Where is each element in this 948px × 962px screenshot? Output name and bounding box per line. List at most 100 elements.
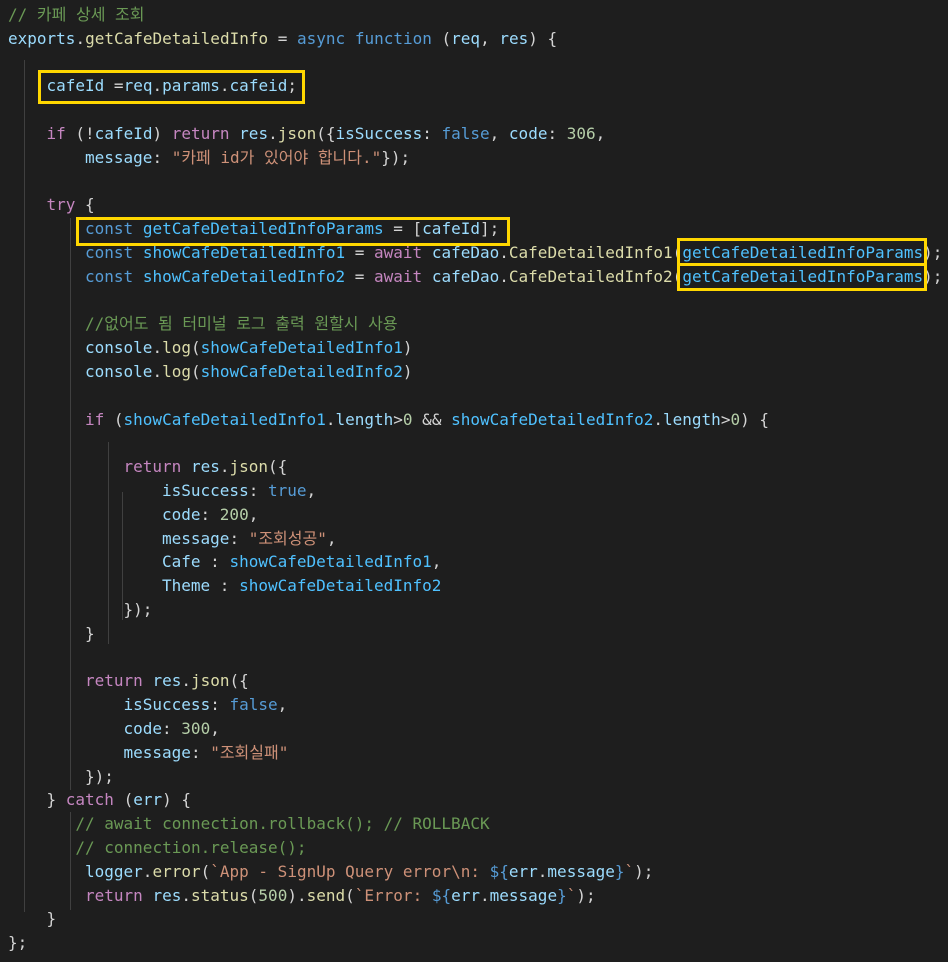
code-token: ({ [229,671,249,691]
code-line[interactable]: }); [124,598,153,622]
code-token: `Error: [354,885,432,905]
highlight-box-params-const [76,217,510,246]
code-token: ) { [740,409,769,429]
code-token: res [239,124,269,143]
code-token: err [508,861,538,881]
code-token: err [133,790,163,810]
code-token: try [46,195,76,215]
code-token: ` [624,861,635,881]
code-line[interactable]: if (!cafeId) return res.json({isSuccess:… [47,122,606,146]
code-line[interactable]: try { [47,193,95,217]
code-line[interactable]: message: "조회성공", [162,527,337,551]
code-line[interactable]: return res.status(500).send(`Error: ${er… [85,884,596,908]
code-line[interactable]: Cafe : showCafeDetailedInfo1, [162,550,441,574]
code-token: . [268,124,278,143]
code-token: ) { [528,28,558,48]
code-line[interactable]: isSuccess: true, [162,479,316,503]
code-token: : [152,147,172,167]
code-token: , [210,719,220,738]
code-line[interactable]: logger.error(`App - SignUp Query error\n… [85,860,653,884]
indent-guide [70,218,71,790]
code-line[interactable]: } catch (err) { [47,788,192,812]
highlight-box-params-arg1 [677,238,927,266]
code-line[interactable]: }; [8,931,27,955]
code-token: status [190,885,249,905]
code-token: code [508,124,548,143]
code-token: "카페 id가 있어야 합니다." [171,147,382,167]
code-token: . [152,362,163,381]
code-token: ( [190,362,201,381]
code-token: , [277,695,288,715]
code-line[interactable]: // await connection.rollback(); // ROLLB… [75,812,489,836]
code-line[interactable]: exports.getCafeDetailedInfo = async func… [8,27,557,51]
code-line[interactable]: return res.json({ [85,669,249,693]
code-line[interactable]: // connection.release(); [75,836,306,860]
code-token: . [181,885,191,905]
code-token: req [451,28,481,48]
code-token: . [142,861,153,881]
code-line[interactable]: } [85,622,95,646]
code-line[interactable]: message: "조회실패" [124,741,289,765]
code-token: }); [85,766,114,786]
code-token: : [210,576,240,596]
code-token: return [171,124,230,143]
code-token: console [85,362,153,381]
code-token: json [229,457,269,477]
code-token: , [431,552,442,572]
code-token: = [345,266,375,286]
code-token: } [614,861,625,881]
code-token: json [190,671,230,691]
code-token: ( [345,885,355,905]
code-token: err [451,885,480,905]
code-token: showCafeDetailedInfo2 [142,266,346,286]
code-token: } [46,909,57,929]
code-line[interactable]: message: "카페 id가 있어야 합니다."}); [85,146,410,170]
code-token: . [537,861,548,881]
code-token: , [595,124,606,143]
code-line[interactable]: console.log(showCafeDetailedInfo2) [85,360,413,384]
code-token: }); [123,600,153,619]
code-token: ${ [489,861,509,881]
code-token: message [85,147,153,167]
code-line[interactable]: console.log(showCafeDetailedInfo1) [85,336,413,360]
code-line[interactable]: }); [85,765,114,789]
code-token: res [499,28,529,48]
code-token: : [162,719,182,738]
code-token: : [190,742,211,762]
code-token: showCafeDetailedInfo2 [239,576,442,596]
indent-guide [70,812,71,910]
highlight-box-cafeid [38,70,305,104]
code-token: ) [402,338,413,358]
code-token: > [393,409,403,429]
code-line[interactable]: // 카페 상세 조회 [8,3,144,27]
code-token: exports [8,28,76,48]
code-token: ) [152,124,172,143]
code-token: } [85,623,95,643]
code-token: ); [634,861,654,881]
code-token: log [162,362,191,381]
code-line[interactable]: isSuccess: false, [124,693,288,717]
code-token: ${ [431,885,452,905]
code-token: : [547,124,567,143]
code-line[interactable]: code: 300, [124,717,220,741]
code-token: false [441,124,490,143]
code-line[interactable]: //없어도 됨 터미널 로그 출력 원할시 사용 [85,312,398,336]
code-token: // 카페 상세 조회 [8,5,145,24]
code-token: showCafeDetailedInfo1 [123,409,326,429]
code-line[interactable]: return res.json({ [124,455,288,479]
code-token: , [306,481,317,500]
code-token: 300 [181,719,211,738]
code-line[interactable]: } [47,907,57,931]
code-token: { [75,195,95,215]
code-token: : [422,124,442,143]
code-token: ) [402,362,413,381]
code-token: async [297,28,346,48]
code-token: ( [104,409,124,429]
code-editor[interactable]: // 카페 상세 조회 exports.getCafeDetailedInfo =… [0,0,948,962]
code-line[interactable]: if (showCafeDetailedInfo1.length>0 && sh… [85,408,769,432]
code-line[interactable]: Theme : showCafeDetailedInfo2 [162,574,441,598]
code-token: = [268,28,298,48]
code-line[interactable]: code: 200, [162,503,258,527]
